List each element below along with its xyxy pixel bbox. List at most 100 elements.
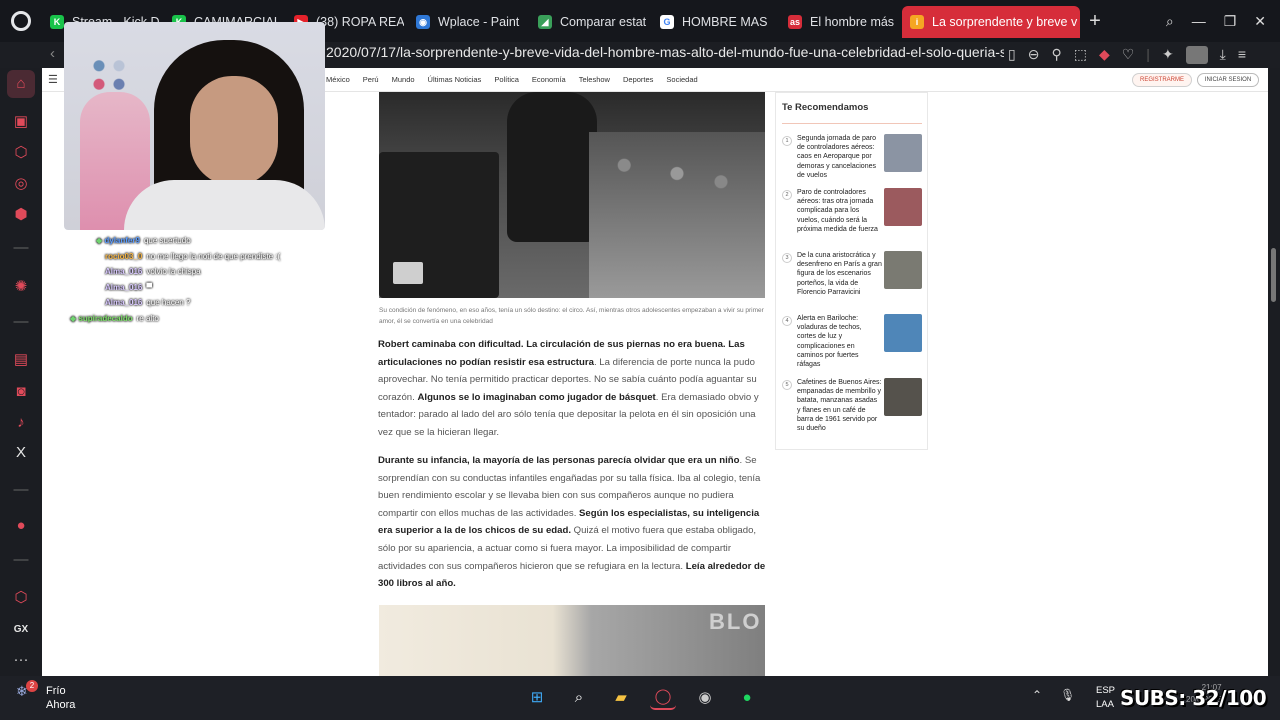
- nav-link[interactable]: Perú: [363, 75, 379, 84]
- browser-tab[interactable]: G HOMBRE MAS: [652, 6, 776, 38]
- vpn-icon[interactable]: ⬡: [11, 588, 31, 608]
- search-tabs-icon[interactable]: ⌕: [1166, 13, 1174, 30]
- download-icon[interactable]: ⤓: [1220, 46, 1226, 64]
- gaming-icon[interactable]: ▣: [11, 112, 31, 132]
- nav-link[interactable]: Deportes: [623, 75, 653, 84]
- nav-links: México Perú Mundo Últimas Noticias Política E…: [326, 75, 698, 84]
- twitch-icon[interactable]: ▤: [11, 350, 31, 370]
- nav-link[interactable]: Política: [494, 75, 519, 84]
- microphone-icon[interactable]: 🎙: [1060, 688, 1075, 702]
- nav-link[interactable]: México: [326, 75, 350, 84]
- x-icon[interactable]: X: [11, 443, 31, 463]
- address-bar-tools: ▯ ⊖ ⚲ ⬚ ◆ ♡ | ✦ ⤓ ≡: [1008, 46, 1246, 64]
- window-controls: ⌕ — ❐ ✕: [1166, 13, 1280, 30]
- avatar[interactable]: [1185, 46, 1208, 64]
- nav-link[interactable]: Últimas Noticias: [428, 75, 482, 84]
- browser-tab[interactable]: ◉ Wplace - Paint: [408, 6, 526, 38]
- tab-label: El hombre más: [810, 15, 895, 29]
- menu-icon[interactable]: ☰: [48, 73, 58, 86]
- opera-logo-icon[interactable]: [0, 0, 42, 42]
- tab-favicon-icon: K: [50, 15, 64, 29]
- sidebar-divider: —: [13, 239, 29, 256]
- language-indicator[interactable]: ESP LAA: [1096, 684, 1115, 712]
- reader-icon[interactable]: ▯: [1008, 46, 1016, 64]
- chat-username[interactable]: Alma_016: [105, 283, 142, 292]
- minimize-icon[interactable]: —: [1192, 13, 1206, 30]
- chat-username[interactable]: Alma_016: [105, 298, 142, 307]
- chat-message: Alma_016 que hacen ?: [105, 298, 190, 307]
- opera-gx-icon[interactable]: ◯: [650, 684, 676, 710]
- browser-tab[interactable]: i La sorprendente y breve v: [902, 6, 1080, 38]
- chat-text: no me llego la noti de que prendiste :(: [146, 252, 281, 261]
- chat-username[interactable]: rocio03_0: [105, 252, 142, 261]
- nav-link[interactable]: Teleshow: [579, 75, 610, 84]
- nav-link[interactable]: Sociedad: [666, 75, 697, 84]
- recommended-thumbnail[interactable]: [884, 314, 922, 352]
- gx-control-icon[interactable]: ◎: [11, 174, 31, 194]
- chat-username[interactable]: supiradecaldo: [78, 314, 132, 323]
- chat-username[interactable]: dylanfer9: [104, 236, 140, 245]
- cube-icon[interactable]: ⬢: [11, 205, 31, 225]
- page-scrollbar[interactable]: [1268, 68, 1280, 676]
- subs-goal-overlay: SUBS: 32/100: [1120, 686, 1267, 710]
- weather-label: Frío: [46, 685, 66, 697]
- back-icon[interactable]: ‹: [50, 45, 55, 62]
- zoom-icon[interactable]: ⊖: [1028, 46, 1040, 64]
- recommended-thumbnail[interactable]: [884, 251, 922, 289]
- nav-link[interactable]: Economía: [532, 75, 566, 84]
- chat-text: ▀: [146, 283, 153, 292]
- recommended-headline[interactable]: Segunda jornada de paro de controladores…: [797, 134, 882, 180]
- url-field[interactable]: 2020/07/17/la-sorprendente-y-breve-vida-…: [326, 44, 1004, 60]
- scrollbar-thumb[interactable]: [1271, 248, 1276, 302]
- maximize-icon[interactable]: ❐: [1224, 13, 1237, 30]
- obs-icon[interactable]: ◉: [692, 684, 718, 710]
- article-paragraph: Durante su infancia, la mayoría de las p…: [378, 452, 768, 593]
- snapshot-icon[interactable]: ⬚: [1074, 46, 1087, 64]
- home-icon[interactable]: ⌂: [7, 70, 35, 98]
- recommended-headline[interactable]: Alerta en Bariloche: voladuras de techos…: [797, 314, 882, 369]
- nav-link[interactable]: Mundo: [392, 75, 415, 84]
- shield-icon[interactable]: ◆: [1099, 46, 1110, 64]
- more-icon[interactable]: ···: [11, 650, 31, 670]
- file-explorer-icon[interactable]: ▰: [608, 684, 634, 710]
- windows-taskbar: ❄ 2 Frío Ahora ⊞ ⌕ ▰ ◯ ◉ ● ⌃ 🎙 ESP LAA 21…: [0, 676, 1280, 720]
- recommended-title: Te Recomendamos: [782, 102, 869, 113]
- recommended-headline[interactable]: Cafetines de Buenos Aires: empanadas de …: [797, 378, 882, 433]
- browser-tab[interactable]: ◢ Comparar estat: [530, 6, 648, 38]
- recommended-thumbnail[interactable]: [884, 134, 922, 172]
- chatgpt-icon[interactable]: ✺: [11, 277, 31, 297]
- windows-start-icon[interactable]: ⊞: [524, 684, 550, 710]
- register-button[interactable]: REGISTRARME: [1132, 73, 1192, 87]
- player-icon[interactable]: ●: [11, 516, 31, 536]
- login-button[interactable]: INICIAR SESION: [1197, 73, 1259, 87]
- instagram-icon[interactable]: ◙: [11, 382, 31, 402]
- article-photo: [379, 92, 765, 298]
- browser-tab[interactable]: as El hombre más: [780, 6, 898, 38]
- new-tab-icon[interactable]: +: [1080, 10, 1110, 33]
- chevron-up-icon[interactable]: ⌃: [1032, 688, 1042, 702]
- recommended-number: 3: [782, 253, 792, 263]
- weather-widget[interactable]: ❄ 2 Frío Ahora: [16, 680, 75, 712]
- sidebar-divider-2: —: [13, 313, 29, 330]
- recommended-thumbnail[interactable]: [884, 188, 922, 226]
- photo-caption: Su condición de fenómeno, en eso años, t…: [379, 307, 764, 325]
- spotify-icon[interactable]: ●: [734, 684, 760, 710]
- easy-setup-icon[interactable]: ≡: [1238, 46, 1246, 64]
- chat-text: re alto: [136, 314, 159, 323]
- settings-hex-icon[interactable]: ⬡: [11, 143, 31, 163]
- recommended-thumbnail[interactable]: [884, 378, 922, 416]
- close-window-icon[interactable]: ✕: [1254, 13, 1266, 30]
- article-photo-2: BLO: [379, 605, 765, 676]
- chat-username[interactable]: Alma_016: [105, 267, 142, 276]
- recommended-headline[interactable]: Paro de controladores aéreos: tras otra …: [797, 188, 882, 234]
- search-icon[interactable]: ⌕: [566, 684, 592, 710]
- gx-icon[interactable]: GX: [11, 620, 31, 640]
- heart-icon[interactable]: ♡: [1122, 46, 1135, 64]
- pin-icon[interactable]: ⚲: [1051, 46, 1061, 64]
- tiktok-icon[interactable]: ♪: [11, 413, 31, 433]
- photo-2-lettering: BLO: [709, 609, 762, 634]
- recommended-headline[interactable]: De la cuna aristocrática y desenfreno en…: [797, 251, 882, 297]
- extensions-icon[interactable]: ✦: [1162, 46, 1174, 64]
- opera-sidebar: ⌂ ▣ ⬡ ◎ ⬢ — ✺ — ▤ ◙ ♪ X — ● — ⬡ GX ···: [0, 68, 42, 676]
- divider: |: [1146, 46, 1150, 62]
